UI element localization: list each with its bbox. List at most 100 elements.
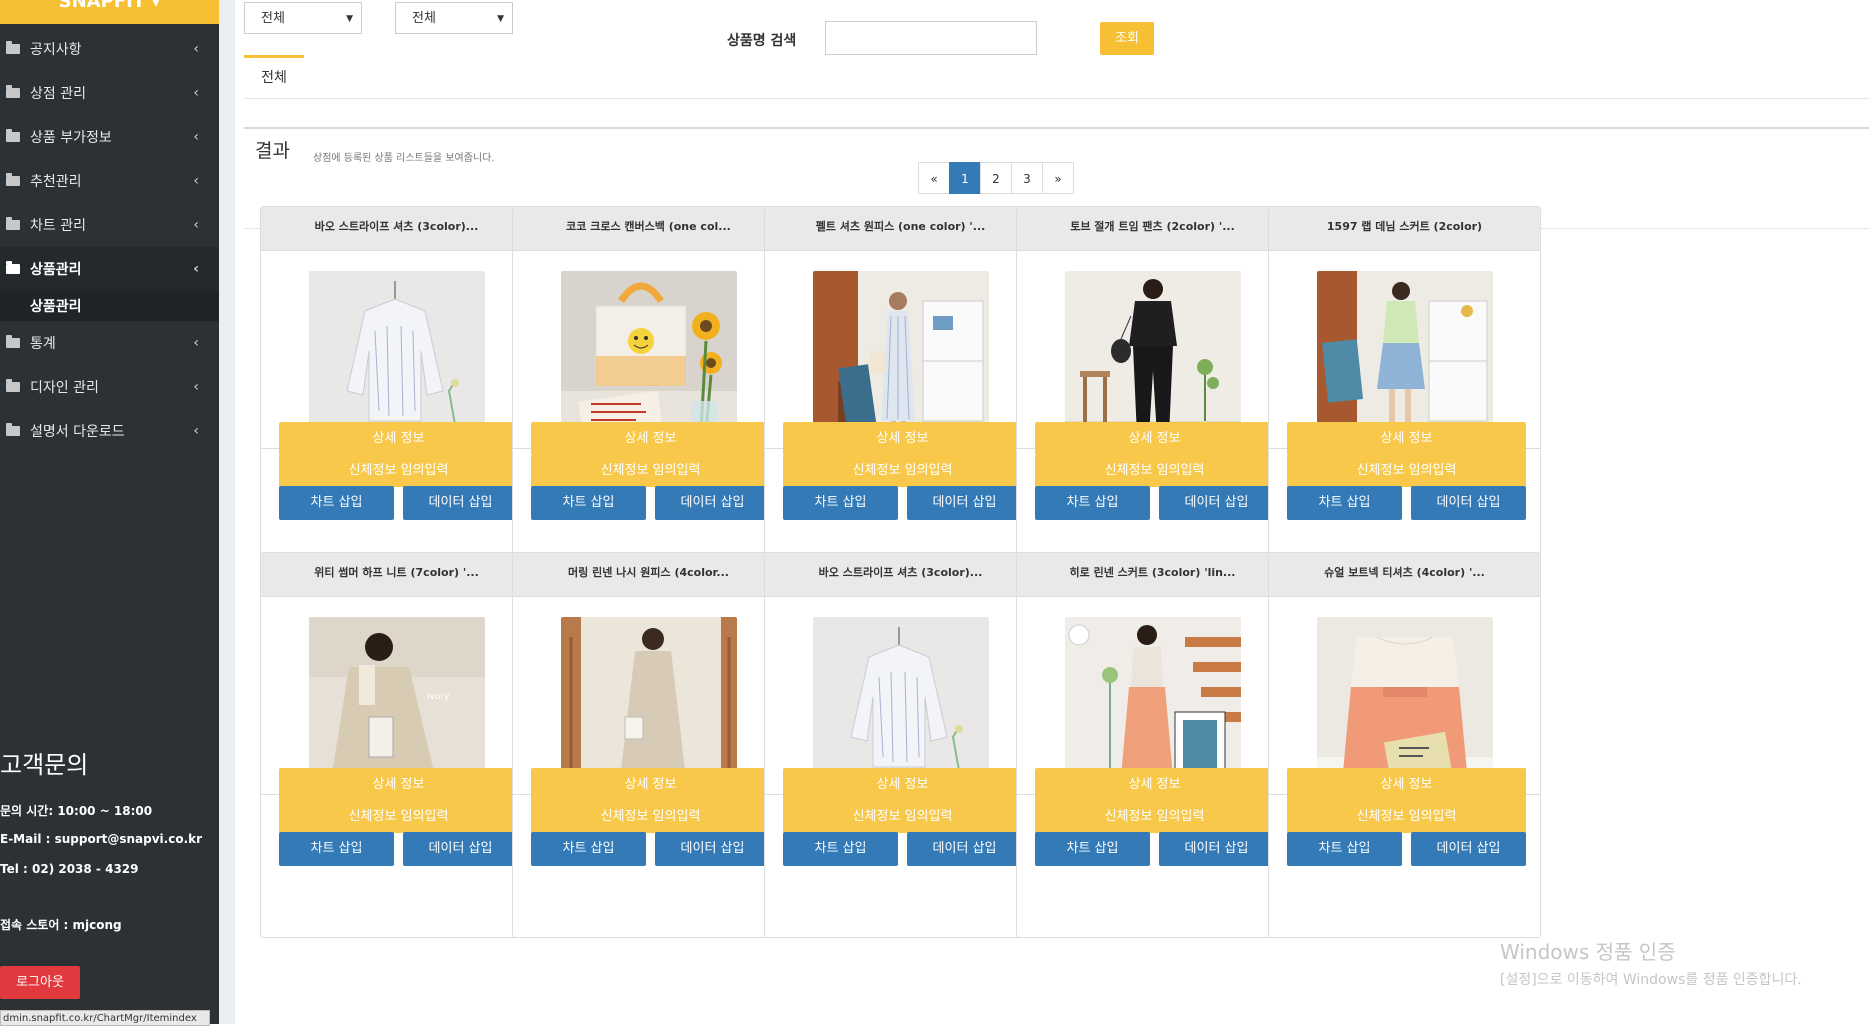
chart-insert-button[interactable]: 차트 삽입 <box>1287 486 1402 520</box>
chart-insert-button[interactable]: 차트 삽입 <box>783 486 898 520</box>
sidebar-item-chart[interactable]: 차트 관리 ‹ <box>0 203 219 247</box>
body-info-input-button[interactable]: 신체정보 임의입력 <box>531 454 770 487</box>
detail-info-button[interactable]: 상세 정보 <box>783 768 1022 801</box>
product-search-input[interactable] <box>825 21 1037 55</box>
sidebar-item-label: 설명서 다운로드 <box>30 424 125 440</box>
folder-icon <box>6 335 20 348</box>
folder-open-icon <box>6 261 20 274</box>
sidebar-item-store[interactable]: 상점 관리 ‹ <box>0 71 219 115</box>
cs-hours: 문의 시간: 10:00 ~ 18:00 <box>0 804 153 818</box>
body-info-input-button[interactable]: 신체정보 임의입력 <box>1287 800 1526 833</box>
data-insert-button[interactable]: 데이터 삽입 <box>1411 832 1526 866</box>
body-info-input-button[interactable]: 신체정보 임의입력 <box>783 454 1022 487</box>
customer-service: 고객문의 문의 시간: 10:00 ~ 18:00 E-Mail : suppo… <box>0 745 219 946</box>
chart-insert-button[interactable]: 차트 삽입 <box>279 486 394 520</box>
body-info-input-button[interactable]: 신체정보 임의입력 <box>279 454 518 487</box>
data-insert-button[interactable]: 데이터 삽입 <box>655 486 770 520</box>
logout-button[interactable]: 로그아웃 <box>0 966 80 999</box>
page-3[interactable]: 3 <box>1011 162 1043 194</box>
page-2[interactable]: 2 <box>980 162 1012 194</box>
detail-info-button[interactable]: 상세 정보 <box>1287 768 1526 801</box>
page-prev[interactable]: « <box>918 162 950 194</box>
product-card: 바오 스트라이프 셔츠 (3color)... 상세 정보 신체정보 임의입력 차트 … <box>260 206 533 592</box>
result-description: 상점에 등록된 상품 리스트들을 보여줍니다. <box>313 153 495 164</box>
product-name: 슈얼 보트넥 티셔츠 (4color) '... <box>1269 553 1540 597</box>
product-image <box>1065 617 1241 793</box>
sidebar-item-label: 상품 부가정보 <box>30 130 112 146</box>
data-insert-button[interactable]: 데이터 삽입 <box>1159 486 1274 520</box>
product-name: 바오 스트라이프 셔츠 (3color)... <box>261 207 532 251</box>
sidebar-item-products[interactable]: 상품관리 ‹ <box>0 247 219 291</box>
data-insert-button[interactable]: 데이터 삽입 <box>403 486 518 520</box>
product-card: 위티 썸머 하프 니트 (7color) '... ivory 상세 정보 신체정보 … <box>260 552 533 938</box>
product-image <box>561 617 737 793</box>
chart-insert-button[interactable]: 차트 삽입 <box>783 832 898 866</box>
chevron-left-icon: ‹ <box>193 335 199 351</box>
product-image-area <box>1269 597 1540 795</box>
category-select-1[interactable]: 전체 ▼ <box>244 2 362 34</box>
product-image <box>561 271 737 447</box>
chart-insert-button[interactable]: 차트 삽입 <box>531 486 646 520</box>
select-value: 전체 <box>412 11 436 26</box>
sidebar-gutter <box>219 0 235 1024</box>
body-info-input-button[interactable]: 신체정보 임의입력 <box>1035 800 1274 833</box>
data-insert-button[interactable]: 데이터 삽입 <box>907 832 1022 866</box>
watermark-text: [설정]으로 이동하여 Windows를 정품 인증합니다. <box>1500 972 1802 988</box>
detail-info-button[interactable]: 상세 정보 <box>1035 768 1274 801</box>
sidebar-subitem-products[interactable]: 상품관리 <box>0 291 219 321</box>
chart-insert-button[interactable]: 차트 삽입 <box>1035 832 1150 866</box>
data-insert-button[interactable]: 데이터 삽입 <box>655 832 770 866</box>
sidebar-item-label: 통계 <box>30 336 56 352</box>
category-select-2[interactable]: 전체 ▼ <box>395 2 513 34</box>
main-content: 전체 ▼ 전체 ▼ 상품명 검색 조회 전체 결과 상점에 등록된 상품 리스트… <box>235 0 1869 1024</box>
body-info-input-button[interactable]: 신체정보 임의입력 <box>1287 454 1526 487</box>
sidebar-item-product-extra[interactable]: 상품 부가정보 ‹ <box>0 115 219 159</box>
data-insert-button[interactable]: 데이터 삽입 <box>907 486 1022 520</box>
sidebar-item-manual[interactable]: 설명서 다운로드 ‹ <box>0 409 219 453</box>
product-image-area <box>1017 251 1288 449</box>
chart-insert-button[interactable]: 차트 삽입 <box>531 832 646 866</box>
product-name: 펠트 셔츠 원피스 (one color) '... <box>765 207 1036 251</box>
detail-info-button[interactable]: 상세 정보 <box>279 422 518 455</box>
product-image-area <box>513 251 784 449</box>
product-image-area <box>765 251 1036 449</box>
sidebar-item-design[interactable]: 디자인 관리 ‹ <box>0 365 219 409</box>
select-value: 전체 <box>261 11 285 26</box>
body-info-input-button[interactable]: 신체정보 임의입력 <box>783 800 1022 833</box>
query-button[interactable]: 조회 <box>1100 22 1154 55</box>
folder-icon <box>6 41 20 54</box>
detail-info-button[interactable]: 상세 정보 <box>1035 422 1274 455</box>
page-1[interactable]: 1 <box>949 162 981 194</box>
sidebar-item-recommend[interactable]: 추천관리 ‹ <box>0 159 219 203</box>
body-info-input-button[interactable]: 신체정보 임의입력 <box>279 800 518 833</box>
product-card: 바오 스트라이프 셔츠 (3color)... 상세 정보 신체정보 임의입력 차트 … <box>764 552 1037 938</box>
chart-insert-button[interactable]: 차트 삽입 <box>279 832 394 866</box>
body-info-input-button[interactable]: 신체정보 임의입력 <box>1035 454 1274 487</box>
data-insert-button[interactable]: 데이터 삽입 <box>1159 832 1274 866</box>
sidebar-item-stats[interactable]: 통계 ‹ <box>0 321 219 365</box>
chart-insert-button[interactable]: 차트 삽입 <box>1287 832 1402 866</box>
windows-activation-watermark: Windows 정품 인증 [설정]으로 이동하여 Windows를 정품 인증… <box>1500 936 1802 989</box>
page-next[interactable]: » <box>1042 162 1074 194</box>
watermark-title: Windows 정품 인증 <box>1500 940 1676 964</box>
detail-info-button[interactable]: 상세 정보 <box>531 422 770 455</box>
brand-logo[interactable]: SNAPFIT ▾ <box>0 0 219 24</box>
detail-info-button[interactable]: 상세 정보 <box>783 422 1022 455</box>
chevron-left-icon: ‹ <box>193 129 199 145</box>
detail-info-button[interactable]: 상세 정보 <box>279 768 518 801</box>
product-name: 히로 린넨 스커트 (3color) 'lin... <box>1017 553 1288 597</box>
tab-all[interactable]: 전체 <box>244 55 304 98</box>
data-insert-button[interactable]: 데이터 삽입 <box>403 832 518 866</box>
product-image <box>813 271 989 447</box>
sidebar: SNAPFIT ▾ 공지사항 ‹ 상점 관리 ‹ 상품 부가정보 ‹ 추천관리 … <box>0 0 219 1026</box>
detail-info-button[interactable]: 상세 정보 <box>531 768 770 801</box>
chart-insert-button[interactable]: 차트 삽입 <box>1035 486 1150 520</box>
detail-info-button[interactable]: 상세 정보 <box>1287 422 1526 455</box>
body-info-input-button[interactable]: 신체정보 임의입력 <box>531 800 770 833</box>
sidebar-item-label: 추천관리 <box>30 174 82 190</box>
sidebar-item-notice[interactable]: 공지사항 ‹ <box>0 27 219 71</box>
search-label: 상품명 검색 <box>727 33 797 49</box>
folder-icon <box>6 129 20 142</box>
folder-icon <box>6 85 20 98</box>
data-insert-button[interactable]: 데이터 삽입 <box>1411 486 1526 520</box>
